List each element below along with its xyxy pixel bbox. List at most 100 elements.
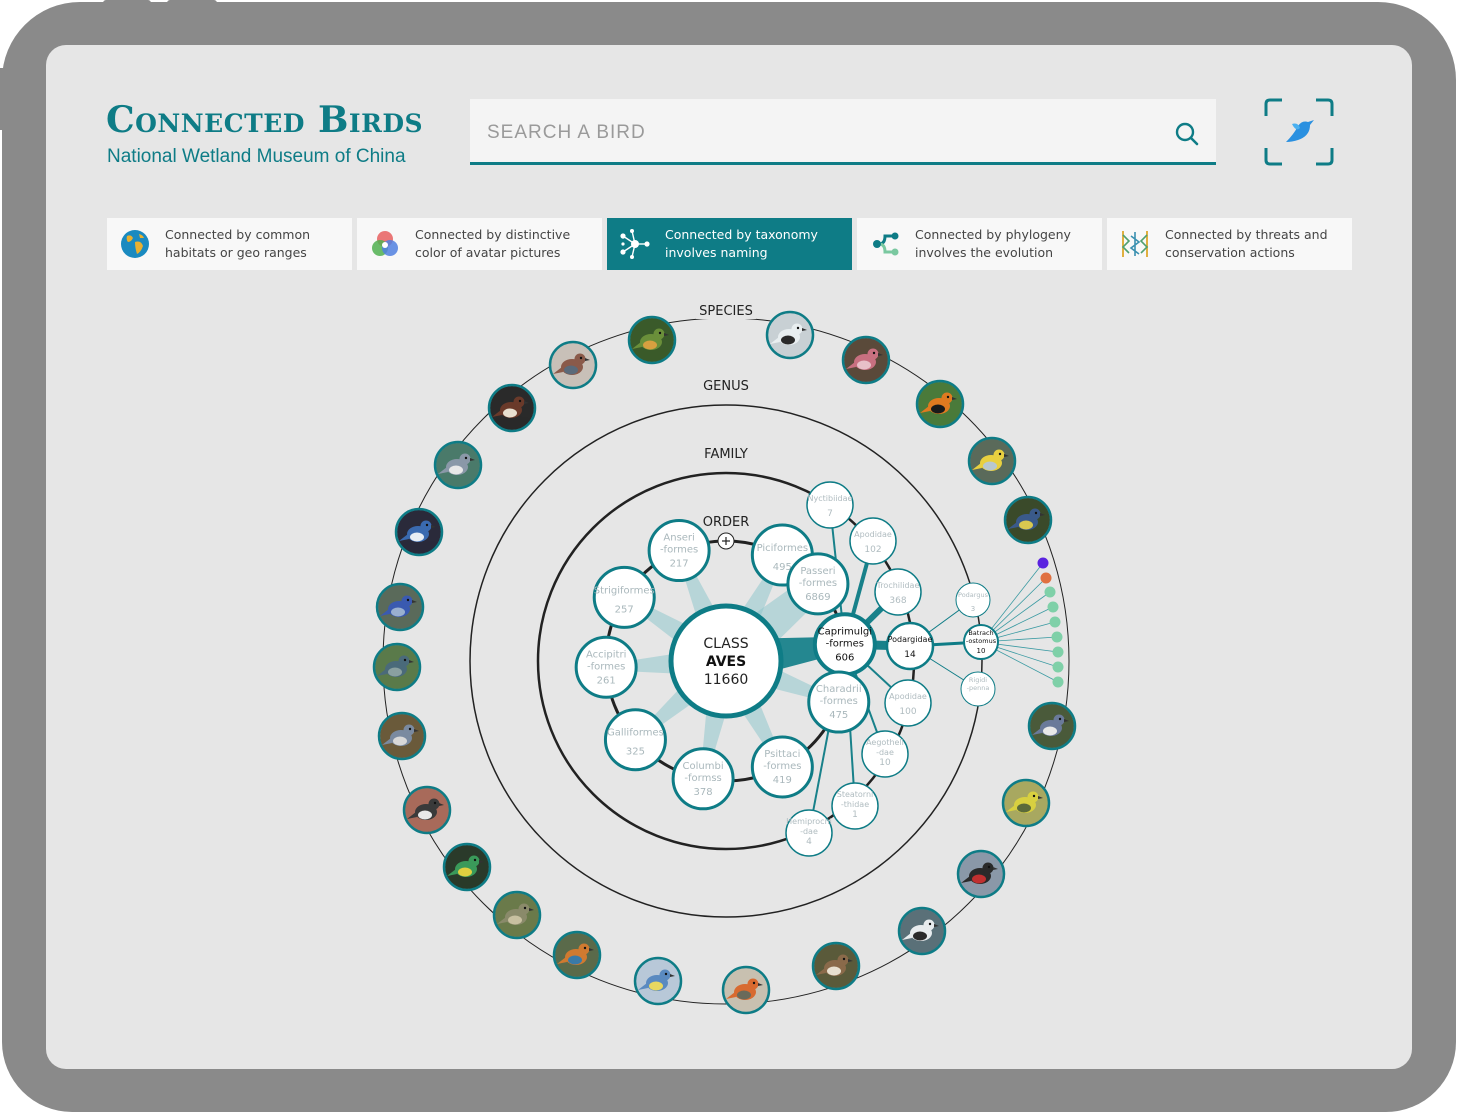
genus-name: Batrach -ostomus — [966, 629, 997, 645]
tern-avatar[interactable] — [897, 906, 950, 959]
sparrow-avatar[interactable] — [811, 941, 864, 994]
ring-label-genus: GENUS — [703, 379, 749, 394]
order-node[interactable]: Accipitri -formes 261 — [574, 635, 638, 699]
genus-count: 3 — [971, 605, 975, 613]
order-node[interactable]: Strigiformes 257 — [592, 565, 656, 629]
family-name: Apodidae — [889, 692, 927, 701]
family-count: 10 — [879, 758, 891, 768]
family-node[interactable]: Nyctibiidae 7 — [806, 481, 854, 529]
flycatcher-avatar[interactable] — [956, 849, 1009, 902]
class-center-node[interactable]: CLASS AVES 11660 — [668, 603, 784, 719]
blue-tit-avatar[interactable] — [1003, 495, 1056, 548]
family-name: Trochilidae — [876, 581, 920, 590]
order-count: 6869 — [805, 592, 830, 603]
order-node[interactable]: Anseri -formes 217 — [647, 519, 711, 583]
family-count: 14 — [904, 650, 916, 660]
thrush-avatar[interactable] — [492, 890, 545, 943]
order-name: Psittaci -formes — [763, 749, 801, 772]
family-count: 102 — [864, 545, 881, 555]
order-name: Piciformes — [757, 543, 809, 554]
oriole-avatar[interactable] — [915, 379, 968, 432]
order-count: 261 — [597, 675, 616, 686]
order-node[interactable]: Charadrii -formes 475 — [807, 670, 871, 734]
blue-jay-avatar[interactable] — [394, 507, 447, 560]
rosefinch-avatar[interactable] — [841, 335, 894, 388]
species-dot[interactable] — [1047, 601, 1059, 613]
order-count: 606 — [835, 652, 854, 663]
bluetit-small-avatar[interactable] — [633, 956, 686, 1009]
family-node[interactable]: Apodidae 102 — [849, 517, 897, 565]
ring-label-order: ORDER — [703, 515, 750, 530]
class-name: AVES — [706, 654, 746, 670]
species-dot[interactable] — [1037, 557, 1049, 569]
family-node[interactable]: Trochilidae 368 — [874, 568, 922, 616]
species-dot[interactable] — [1052, 661, 1064, 673]
warbler-yellow-avatar[interactable] — [967, 436, 1020, 489]
order-name: Passeri -formes — [799, 566, 837, 589]
order-node[interactable]: Galliformes 325 — [603, 708, 667, 772]
order-node[interactable]: Caprimulgi -formes 606 — [812, 612, 877, 677]
family-name: Steatorni -thidae — [837, 790, 874, 809]
woodpecker-avatar[interactable] — [402, 785, 455, 838]
order-count: 378 — [694, 787, 713, 798]
family-node[interactable]: Aegotheli -dae10 — [861, 730, 909, 778]
genus-count: 10 — [977, 647, 986, 655]
goose-avatar[interactable] — [487, 383, 540, 436]
gnatcatcher-avatar[interactable] — [433, 440, 486, 493]
order-node[interactable]: Columbi -formss 378 — [671, 747, 735, 811]
heron-avatar[interactable] — [377, 711, 430, 764]
order-name: Anseri -formes — [660, 533, 698, 556]
genus-name: Rigidi -penna — [967, 676, 990, 692]
order-count: 475 — [829, 710, 848, 721]
pigeon-avatar[interactable] — [548, 340, 601, 393]
taxonomy-graph: SPECIESGENUSFAMILYORDER Piciformes495 Pas… — [372, 302, 1080, 1018]
order-node[interactable]: Passeri -formes 6869 — [786, 552, 850, 616]
order-count: 419 — [773, 775, 792, 786]
nodes-layer: Piciformes495 Passeri -formes6869Caprimulg… — [372, 310, 1080, 1018]
lovebird-avatar[interactable] — [627, 315, 680, 368]
family-name: Nyctibiidae — [808, 494, 853, 503]
species-dot[interactable] — [1052, 646, 1064, 658]
genus-node[interactable]: Podargus 3 — [955, 582, 991, 618]
robin-avatar[interactable] — [721, 965, 774, 1018]
family-count: 368 — [889, 596, 906, 606]
genus-name: Podargus — [958, 591, 989, 599]
order-name: Strigiformes — [594, 585, 655, 596]
kingfisher-white-avatar[interactable] — [765, 310, 818, 363]
kingfisher-orange-avatar[interactable] — [552, 930, 605, 983]
species-dot[interactable] — [1052, 676, 1064, 688]
species-dot[interactable] — [1049, 616, 1061, 628]
family-node[interactable]: Podargidae 14 — [885, 621, 935, 671]
yellow-warbler-avatar[interactable] — [1001, 778, 1054, 831]
order-count: 325 — [626, 747, 645, 758]
order-name: Caprimulgi -formes — [818, 626, 872, 649]
family-node[interactable]: Steatorni -thidae1 — [831, 782, 879, 830]
family-count: 100 — [899, 707, 916, 717]
family-node[interactable]: Hemiprocni -dae4 — [785, 809, 833, 857]
nuthatch-avatar[interactable] — [1027, 701, 1080, 754]
family-count: 1 — [852, 810, 858, 820]
species-dot[interactable] — [1044, 586, 1056, 598]
class-count: 11660 — [704, 672, 749, 688]
expand-order-button[interactable] — [717, 532, 735, 550]
species-dot[interactable] — [1051, 631, 1063, 643]
genus-node[interactable]: Rigidi -penna — [960, 671, 996, 707]
night-heron-avatar[interactable] — [372, 642, 425, 695]
green-jay-avatar[interactable] — [442, 842, 495, 895]
genus-node[interactable]: Batrach -ostomus 10 — [963, 624, 999, 660]
order-count: 217 — [670, 559, 689, 570]
ring-label-family: FAMILY — [704, 447, 748, 462]
family-node[interactable]: Apodidae 100 — [884, 679, 932, 727]
family-name: Apodidae — [854, 530, 892, 539]
family-count: 7 — [827, 509, 833, 519]
species-dot[interactable] — [1040, 572, 1052, 584]
order-name: Charadrii -formes — [816, 684, 862, 707]
order-name: Accipitri -formes — [586, 649, 626, 672]
order-name: Columbi -formss — [683, 761, 724, 784]
order-count: 257 — [615, 604, 634, 615]
order-name: Galliformes — [607, 728, 664, 739]
class-label: CLASS — [703, 636, 748, 652]
fairy-wren-avatar[interactable] — [375, 582, 428, 635]
order-node[interactable]: Psittaci -formes 419 — [750, 735, 814, 799]
family-count: 4 — [806, 837, 812, 847]
